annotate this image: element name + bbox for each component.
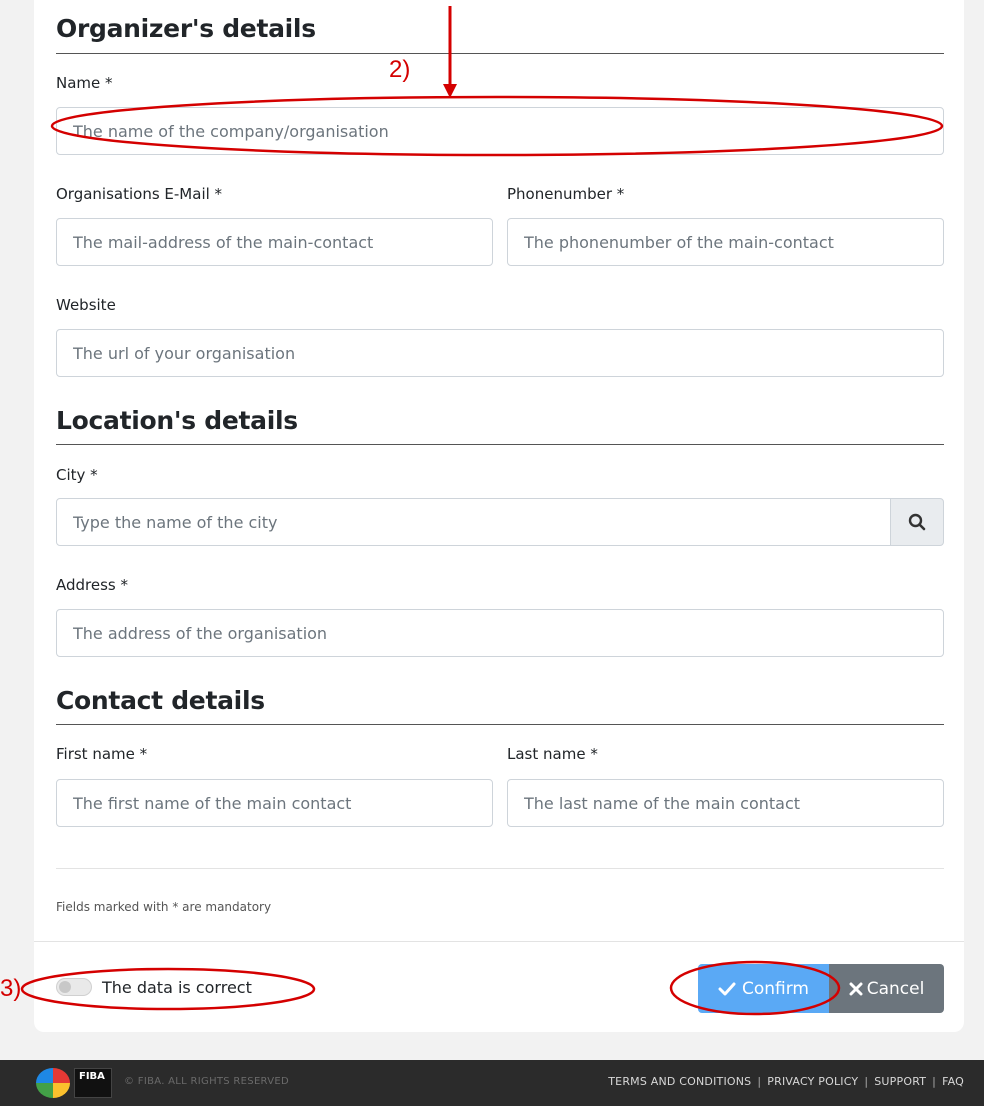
support-link[interactable]: SUPPORT [874,1075,926,1088]
location-section-title: Location's details [56,406,298,435]
faq-link[interactable]: FAQ [942,1075,964,1088]
city-label: City * [56,466,98,484]
cancel-label: Cancel [866,978,925,999]
fiba-brand-text: FIBA [79,1071,105,1082]
organization-name-input[interactable] [56,107,944,155]
phone-input[interactable] [507,218,944,266]
footer-links: TERMS AND CONDITIONS | PRIVACY POLICY | SUPP… [608,1075,964,1088]
phone-label: Phonenumber * [507,185,625,203]
fiba-globe-logo [36,1068,70,1098]
organizer-section-title: Organizer's details [56,14,316,43]
cancel-button[interactable]: Cancel [829,964,944,1013]
terms-link[interactable]: TERMS AND CONDITIONS [608,1075,751,1088]
last-name-label: Last name * [507,745,598,763]
close-icon [849,982,863,995]
annotation-step-3: 3) [0,975,22,1002]
annotation-step-2: 2) [389,56,411,83]
address-label: Address * [56,576,129,594]
toggle-knob [59,981,71,993]
city-search-button[interactable] [890,498,944,546]
email-label: Organisations E-Mail * [56,185,223,203]
actions-divider [34,941,964,942]
search-icon [908,513,926,531]
fiba-brand-logo: FIBA [74,1068,112,1098]
data-correct-label: The data is correct [102,978,252,997]
data-correct-toggle[interactable] [56,978,92,996]
organizer-section-rule [56,53,944,54]
email-input[interactable] [56,218,493,266]
mandatory-note: Fields marked with * are mandatory [56,900,272,914]
contact-section-title: Contact details [56,686,265,715]
website-input[interactable] [56,329,944,377]
location-section-rule [56,444,944,445]
first-name-label: First name * [56,745,148,763]
contact-section-rule [56,724,944,725]
website-label: Website [56,296,116,314]
city-input[interactable] [56,498,891,546]
page-footer: FIBA © FIBA. ALL RIGHTS RESERVED TERMS A… [0,1060,984,1106]
name-label: Name * [56,74,113,92]
confirm-button[interactable]: Confirm [698,964,829,1013]
last-name-input[interactable] [507,779,944,827]
footer-separator: | [757,1075,762,1088]
address-input[interactable] [56,609,944,657]
privacy-link[interactable]: PRIVACY POLICY [767,1075,858,1088]
check-icon [718,982,736,995]
footer-copyright: © FIBA. ALL RIGHTS RESERVED [124,1076,290,1087]
form-divider [56,868,944,869]
first-name-input[interactable] [56,779,493,827]
footer-separator: | [864,1075,869,1088]
footer-separator: | [932,1075,937,1088]
confirm-label: Confirm [741,978,809,999]
